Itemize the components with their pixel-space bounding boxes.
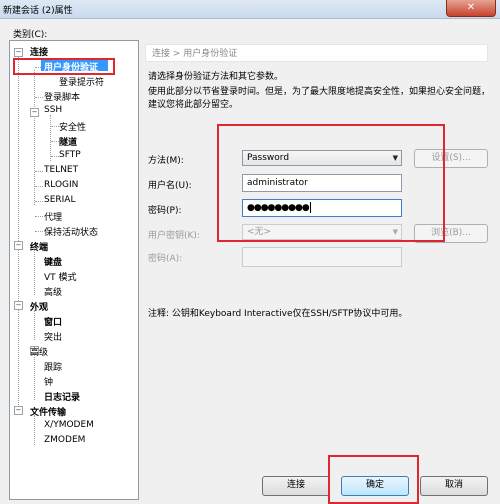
tree-item-appearance[interactable]: 外观 (30, 300, 48, 313)
tree-item-connection[interactable]: 连接 (30, 45, 48, 58)
user-key-label: 用户密钥(K): (148, 231, 200, 241)
tree-item-tunneling[interactable]: 隧道 (59, 135, 77, 148)
collapse-appearance-icon[interactable]: − (14, 301, 23, 310)
tree-item-xymodem[interactable]: X/YMODEM (44, 420, 94, 430)
collapse-ssh-icon[interactable]: − (30, 108, 39, 117)
description-line-1: 请选择身份验证方法和其它参数。 (148, 72, 284, 82)
tree-item-telnet[interactable]: TELNET (44, 165, 78, 175)
window-close-button[interactable]: ✕ (446, 0, 496, 17)
tree-item-login-script[interactable]: 登录脚本 (44, 90, 80, 103)
username-label: 用户名(U): (148, 181, 192, 191)
auth-fields-annotation-box (217, 124, 445, 242)
tree-item-terminal-advanced[interactable]: 高级 (44, 285, 62, 298)
collapse-file-transfer-icon[interactable]: − (14, 406, 23, 415)
tree-item-rlogin[interactable]: RLOGIN (44, 180, 78, 190)
tree-item-keep-alive[interactable]: 保持活动状态 (44, 225, 98, 238)
tree-item-terminal[interactable]: 终端 (30, 240, 48, 253)
collapse-connection-icon[interactable]: − (14, 48, 23, 57)
tree-item-logging[interactable]: 日志记录 (44, 390, 80, 403)
method-label: 方法(M): (148, 156, 184, 166)
tree-item-sftp[interactable]: SFTP (59, 150, 81, 160)
ok-annotation-box (328, 455, 419, 504)
tree-annotation-box (13, 58, 115, 75)
passphrase-field[interactable] (242, 247, 402, 267)
tree-item-serial[interactable]: SERIAL (44, 195, 75, 205)
tree-item-ssh[interactable]: SSH (44, 105, 62, 115)
tree-item-highlight[interactable]: 突出 (44, 330, 62, 343)
breadcrumb: 连接 > 用户身份验证 (145, 44, 488, 62)
description-line-3: 建议您将此部分留空。 (148, 100, 239, 110)
tree-item-login-prompts[interactable]: 登录提示符 (59, 75, 104, 88)
tree-item-window[interactable]: 窗口 (44, 315, 62, 328)
tree-item-zmodem[interactable]: ZMODEM (44, 435, 85, 445)
tree-item-vt-mode[interactable]: VT 模式 (44, 270, 77, 283)
tree-item-security[interactable]: 安全性 (59, 120, 86, 133)
description-line-2: 使用此部分以节省登录时间。但是，为了最大限度地提高安全性，如果担心安全问题， (148, 87, 491, 97)
protocol-note: 注释: 公钥和Keyboard Interactive仅在SSH/SFTP协议中… (148, 309, 408, 319)
tree-item-bell[interactable]: 钟 (44, 375, 53, 388)
category-label: 类别(C): (13, 30, 48, 40)
tree-item-advanced[interactable]: 高级 (30, 345, 48, 358)
tree-item-proxy[interactable]: 代理 (44, 210, 62, 223)
connect-button[interactable]: 连接 (262, 476, 330, 496)
password-label: 密码(P): (148, 206, 182, 216)
tree-item-file-transfer[interactable]: 文件传输 (30, 405, 66, 418)
tree-item-trace[interactable]: 跟踪 (44, 360, 62, 373)
tree-item-keyboard[interactable]: 键盘 (44, 255, 62, 268)
collapse-terminal-icon[interactable]: − (14, 241, 23, 250)
passphrase-label: 密码(A): (148, 254, 183, 264)
cancel-button[interactable]: 取消 (420, 476, 488, 496)
title-bar: 新建会话 (2)属性 ✕ (0, 0, 500, 19)
window-title: 新建会话 (2)属性 (3, 6, 73, 16)
